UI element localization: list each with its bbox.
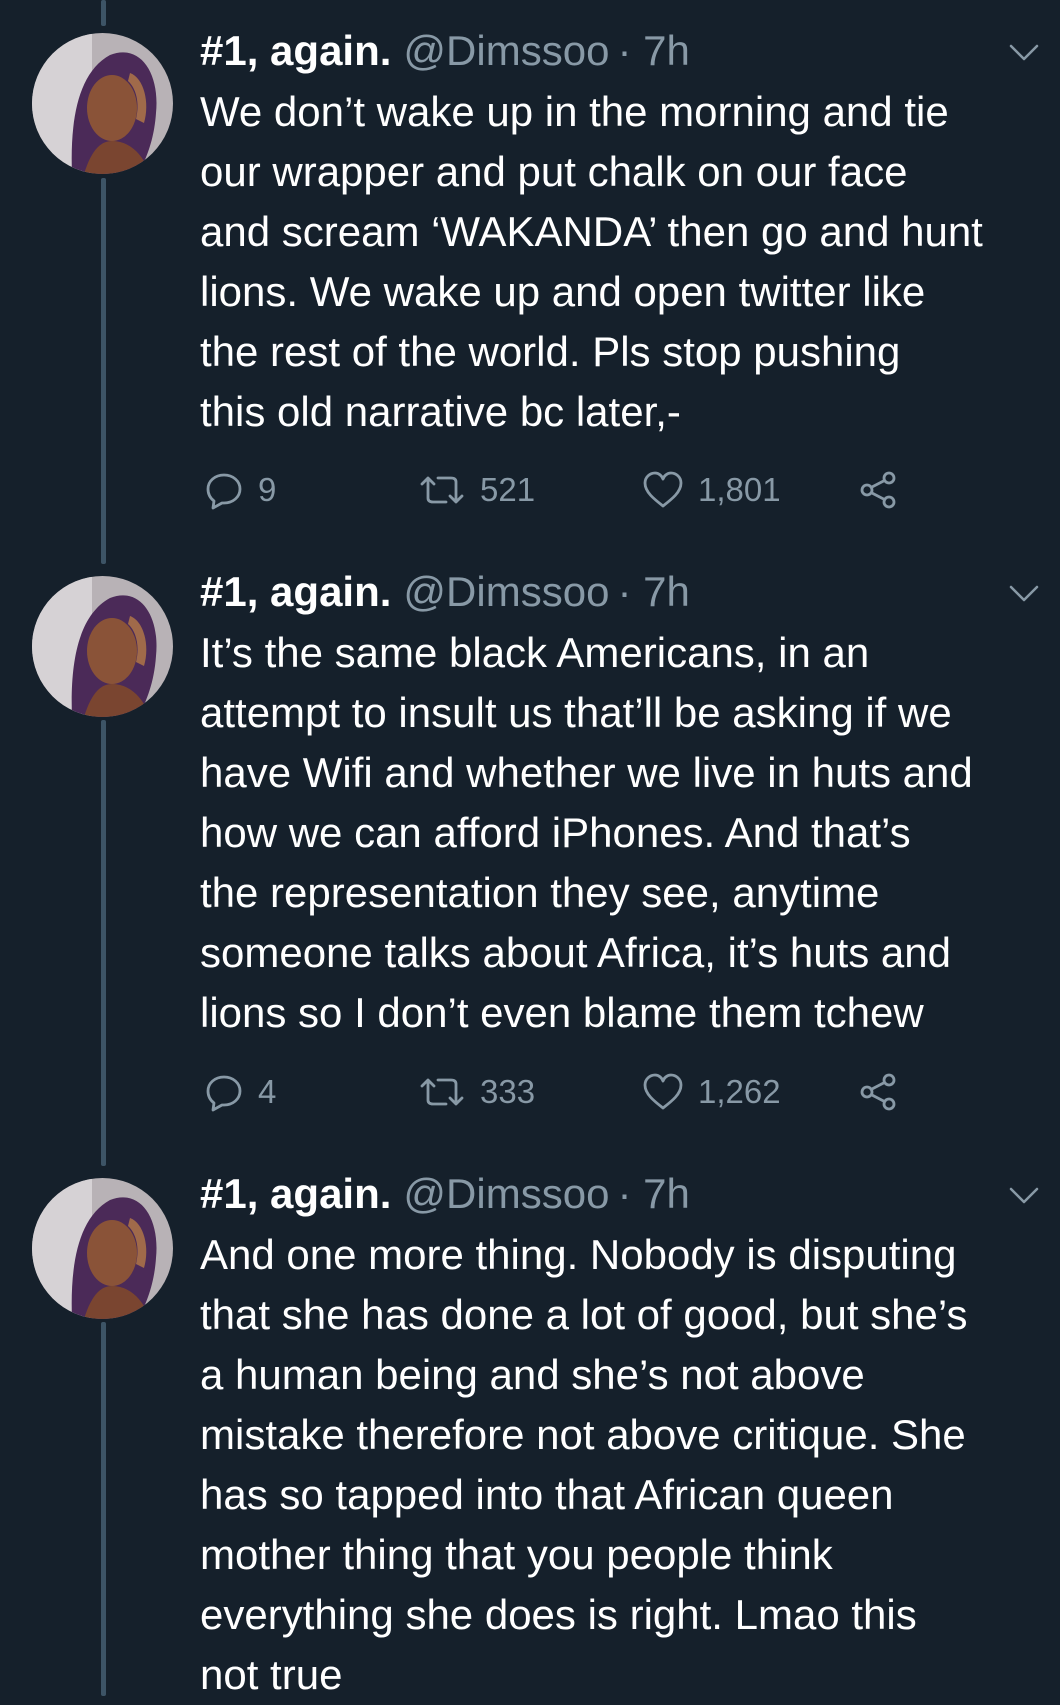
tweet[interactable]: #1, again. @Dimssoo · 7h We don’t wake up … xyxy=(0,0,1060,540)
avatar-image xyxy=(32,33,173,174)
avatar[interactable] xyxy=(32,33,173,174)
reply-button[interactable]: 4 xyxy=(204,1067,276,1117)
tweet[interactable]: #1, again. @Dimssoo · 7h It’s the same bla… xyxy=(0,541,1060,1112)
handle[interactable]: @Dimssoo xyxy=(403,1170,609,1217)
heart-icon xyxy=(642,1072,684,1112)
share-nodes-icon xyxy=(858,1072,898,1112)
like-button[interactable]: 1,262 xyxy=(642,1067,781,1117)
display-name[interactable]: #1, again. xyxy=(200,568,391,615)
reply-count: 9 xyxy=(258,471,277,508)
like-button[interactable]: 1,801 xyxy=(642,465,781,515)
retweet-count: 333 xyxy=(480,1073,536,1110)
like-count: 1,262 xyxy=(698,1073,781,1110)
chevron-down-icon[interactable] xyxy=(1006,1177,1042,1213)
tweet-thread: #1, again. @Dimssoo · 7h We don’t wake up … xyxy=(0,0,1060,1698)
chevron-down-icon[interactable] xyxy=(1006,575,1042,611)
retweet-arrows-icon xyxy=(418,1072,466,1112)
speech-bubble-icon xyxy=(204,470,244,510)
tweet-actions: 9 521 1,801 xyxy=(200,465,920,515)
avatar[interactable] xyxy=(32,576,173,717)
reply-count: 4 xyxy=(258,1073,277,1110)
avatar-image xyxy=(32,1178,173,1319)
retweet-button[interactable]: 521 xyxy=(418,465,535,515)
tweet-header: #1, again. @Dimssoo · 7h xyxy=(200,1169,690,1219)
tweet-header: #1, again. @Dimssoo · 7h xyxy=(200,567,690,617)
tweet-text: And one more thing. Nobody is disputing … xyxy=(200,1231,968,1698)
reply-button[interactable]: 9 xyxy=(204,465,276,515)
share-button[interactable] xyxy=(858,465,898,515)
retweet-button[interactable]: 333 xyxy=(418,1067,535,1117)
retweet-count: 521 xyxy=(480,471,536,508)
display-name[interactable]: #1, again. xyxy=(200,1170,391,1217)
handle[interactable]: @Dimssoo xyxy=(403,568,609,615)
timestamp[interactable]: · 7h xyxy=(617,27,689,74)
tweet-actions: 4 333 1,262 xyxy=(200,1067,920,1117)
share-button[interactable] xyxy=(858,1067,898,1117)
tweet-text: It’s the same black Americans, in an att… xyxy=(200,629,973,1036)
timestamp[interactable]: · 7h xyxy=(617,568,689,615)
tweet-header: #1, again. @Dimssoo · 7h xyxy=(200,26,690,76)
retweet-arrows-icon xyxy=(418,470,466,510)
timestamp[interactable]: · 7h xyxy=(617,1170,689,1217)
handle[interactable]: @Dimssoo xyxy=(403,27,609,74)
display-name[interactable]: #1, again. xyxy=(200,27,391,74)
avatar-image xyxy=(32,576,173,717)
avatar[interactable] xyxy=(32,1178,173,1319)
chevron-down-icon[interactable] xyxy=(1006,34,1042,70)
speech-bubble-icon xyxy=(204,1072,244,1112)
like-count: 1,801 xyxy=(698,471,781,508)
share-nodes-icon xyxy=(858,470,898,510)
tweet[interactable]: #1, again. @Dimssoo · 7h And one more thin… xyxy=(0,1143,1060,1698)
tweet-text: We don’t wake up in the morning and tie … xyxy=(200,88,983,435)
heart-icon xyxy=(642,470,684,510)
